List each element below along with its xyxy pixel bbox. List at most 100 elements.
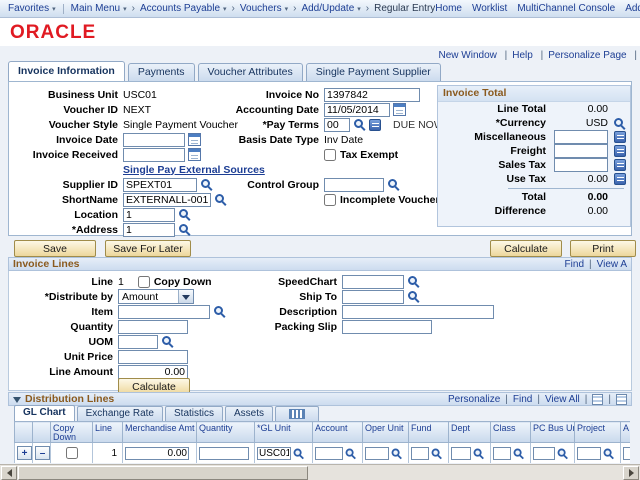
breadcrumb-main-menu[interactable]: Main Menu — [71, 3, 127, 14]
new-window-link[interactable]: New Window — [439, 50, 497, 61]
grid-personalize-link[interactable]: Personalize — [448, 394, 500, 405]
pay-terms-comments-icon[interactable] — [369, 119, 381, 131]
pay-terms-input[interactable] — [324, 118, 350, 132]
sales-tax-input[interactable] — [554, 158, 608, 172]
item-input[interactable] — [118, 305, 210, 319]
distribution-quantity-input[interactable] — [199, 447, 249, 460]
column-quantity[interactable]: Quantity — [199, 423, 233, 433]
description-input[interactable] — [342, 305, 494, 319]
project-lookup-icon[interactable] — [603, 447, 615, 459]
control-group-input[interactable] — [324, 178, 384, 192]
miscellaneous-comments-icon[interactable] — [614, 131, 626, 143]
freight-comments-icon[interactable] — [614, 145, 626, 157]
ship-to-input[interactable] — [342, 290, 404, 304]
pc-bus-unit-lookup-icon[interactable] — [557, 447, 569, 459]
tab-statistics[interactable]: Statistics — [165, 406, 223, 421]
supplier-lookup-icon[interactable] — [200, 178, 213, 191]
tab-payments[interactable]: Payments — [128, 63, 195, 81]
zoom-grid-icon[interactable] — [616, 394, 627, 405]
unit-price-input[interactable] — [118, 350, 188, 364]
tab-assets[interactable]: Assets — [225, 406, 273, 421]
speedchart-lookup-icon[interactable] — [407, 275, 420, 288]
scroll-left-button[interactable] — [1, 466, 17, 480]
column-class[interactable]: Class — [493, 423, 516, 433]
tab-single-payment-supplier[interactable]: Single Payment Supplier — [306, 63, 441, 81]
column-dept[interactable]: Dept — [451, 423, 470, 433]
help-link[interactable]: Help — [500, 50, 533, 61]
invoice-lines-find-link[interactable]: Find — [565, 259, 584, 270]
invoice-date-input[interactable] — [123, 133, 185, 147]
currency-lookup-icon[interactable] — [613, 117, 626, 130]
shortname-input[interactable] — [123, 193, 211, 207]
line-amount-input[interactable] — [118, 365, 188, 379]
grid-view-all-link[interactable]: View All — [545, 394, 580, 405]
grid-find-link[interactable]: Find — [513, 394, 532, 405]
miscellaneous-input[interactable] — [554, 130, 608, 144]
row-copy-down-checkbox[interactable] — [66, 447, 78, 459]
calculate-button[interactable]: Calculate — [490, 240, 562, 257]
print-button[interactable]: Print — [570, 240, 636, 257]
add-row-button[interactable] — [17, 446, 32, 460]
supplier-id-input[interactable] — [123, 178, 197, 192]
distribute-by-select[interactable]: Amount — [118, 289, 194, 304]
gl-unit-lookup-icon[interactable] — [293, 447, 305, 459]
account-input[interactable] — [315, 447, 343, 460]
fund-lookup-icon[interactable] — [431, 447, 443, 459]
shortname-lookup-icon[interactable] — [214, 193, 227, 206]
packing-slip-input[interactable] — [342, 320, 432, 334]
favorites-menu[interactable]: Favorites — [8, 3, 56, 14]
invoice-no-input[interactable] — [324, 88, 420, 102]
control-group-lookup-icon[interactable] — [387, 178, 400, 191]
tax-exempt-checkbox[interactable] — [324, 149, 336, 161]
column-project[interactable]: Project — [577, 423, 605, 433]
project-input[interactable] — [577, 447, 601, 460]
column-affiliate[interactable]: A — [623, 423, 629, 433]
incomplete-voucher-checkbox[interactable] — [324, 194, 336, 206]
breadcrumb-accounts-payable[interactable]: Accounts Payable — [140, 3, 227, 14]
pay-terms-lookup-icon[interactable] — [353, 118, 366, 131]
column-gl-unit[interactable]: *GL Unit — [257, 423, 291, 433]
tab-gl-chart[interactable]: GL Chart — [14, 405, 75, 421]
column-line[interactable]: Line — [95, 423, 112, 433]
dept-input[interactable] — [451, 447, 471, 460]
show-all-columns-tab[interactable] — [275, 406, 319, 421]
column-account[interactable]: Account — [315, 423, 348, 433]
add-to-favorites-link[interactable]: Add to Favorites — [625, 3, 640, 14]
account-lookup-icon[interactable] — [345, 447, 357, 459]
location-lookup-icon[interactable] — [178, 208, 191, 221]
use-tax-comments-icon[interactable] — [614, 173, 626, 185]
address-input[interactable] — [123, 223, 175, 237]
oper-unit-input[interactable] — [365, 447, 389, 460]
delete-row-button[interactable] — [35, 446, 50, 460]
save-button[interactable]: Save — [14, 240, 96, 257]
merchandise-amt-input[interactable] — [125, 447, 189, 460]
save-for-later-button[interactable]: Save For Later — [105, 240, 191, 257]
speedchart-input[interactable] — [342, 275, 404, 289]
multichannel-console-link[interactable]: MultiChannel Console — [517, 3, 615, 14]
invoice-lines-view-all-link[interactable]: View A — [597, 259, 627, 270]
breadcrumb-add-update[interactable]: Add/Update — [301, 3, 360, 14]
freight-input[interactable] — [554, 144, 608, 158]
fund-input[interactable] — [411, 447, 429, 460]
quantity-input[interactable] — [118, 320, 188, 334]
scroll-right-button[interactable] — [623, 466, 639, 480]
breadcrumb-vouchers[interactable]: Vouchers — [240, 3, 288, 14]
scrollbar-thumb[interactable] — [18, 466, 308, 480]
uom-input[interactable] — [118, 335, 158, 349]
affiliate-input[interactable] — [623, 447, 630, 460]
pc-bus-unit-input[interactable] — [533, 447, 555, 460]
tab-voucher-attributes[interactable]: Voucher Attributes — [198, 63, 303, 81]
uom-lookup-icon[interactable] — [161, 335, 174, 348]
column-pc-bus-unit[interactable]: PC Bus Unit — [533, 423, 575, 433]
ship-to-lookup-icon[interactable] — [407, 290, 420, 303]
worklist-link[interactable]: Worklist — [472, 3, 507, 14]
class-lookup-icon[interactable] — [513, 447, 525, 459]
class-input[interactable] — [493, 447, 511, 460]
accounting-date-input[interactable] — [324, 103, 390, 117]
download-to-excel-icon[interactable] — [592, 394, 603, 405]
gl-unit-input[interactable] — [257, 447, 291, 460]
calendar-icon[interactable] — [188, 133, 201, 146]
tab-invoice-information[interactable]: Invoice Information — [8, 61, 125, 81]
address-lookup-icon[interactable] — [178, 223, 191, 236]
invoice-received-input[interactable] — [123, 148, 185, 162]
